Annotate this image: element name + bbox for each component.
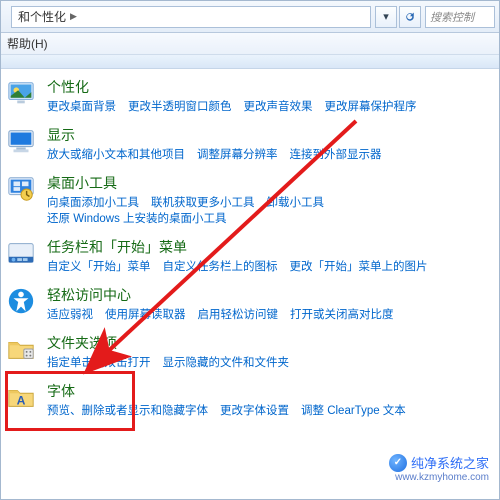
- dropdown-button[interactable]: ▾: [375, 6, 397, 28]
- link[interactable]: 打开或关闭高对比度: [290, 307, 394, 323]
- link[interactable]: 放大或缩小文本和其他项目: [47, 147, 185, 163]
- link[interactable]: 调整 ClearType 文本: [301, 403, 406, 419]
- refresh-button[interactable]: [399, 6, 421, 28]
- link[interactable]: 更改屏幕保护程序: [325, 99, 417, 115]
- folder-icon: [5, 333, 37, 365]
- category-title[interactable]: 文件夹选项: [47, 333, 489, 353]
- link[interactable]: 更改桌面背景: [47, 99, 116, 115]
- link[interactable]: 向桌面添加小工具: [47, 195, 139, 211]
- fonts-icon: A: [5, 381, 37, 413]
- gadgets-icon: [5, 173, 37, 205]
- command-bar: [1, 55, 499, 69]
- category-folder-options: 文件夹选项 指定单击或双击打开 显示隐藏的文件和文件夹: [5, 333, 489, 371]
- menu-bar: 帮助(H): [1, 33, 499, 55]
- link[interactable]: 更改「开始」菜单上的图片: [290, 259, 428, 275]
- link[interactable]: 还原 Windows 上安装的桌面小工具: [47, 211, 227, 227]
- link[interactable]: 显示隐藏的文件和文件夹: [163, 355, 290, 371]
- chevron-right-icon: ▶: [70, 11, 77, 22]
- link[interactable]: 预览、删除或者显示和隐藏字体: [47, 403, 208, 419]
- address-actions: ▾: [375, 6, 421, 28]
- category-title[interactable]: 字体: [47, 381, 489, 401]
- menu-help[interactable]: 帮助(H): [7, 35, 48, 52]
- category-title[interactable]: 桌面小工具: [47, 173, 489, 193]
- address-bar: 和个性化 ▶ ▾ 搜索控制: [1, 1, 499, 33]
- content-pane: 个性化 更改桌面背景 更改半透明窗口颜色 更改声音效果 更改屏幕保护程序 显示 …: [1, 69, 499, 499]
- display-icon: [5, 125, 37, 157]
- link[interactable]: 调整屏幕分辨率: [197, 147, 278, 163]
- breadcrumb[interactable]: 和个性化 ▶: [11, 6, 371, 28]
- link[interactable]: 联机获取更多小工具: [151, 195, 255, 211]
- link[interactable]: 启用轻松访问键: [198, 307, 279, 323]
- link[interactable]: 自定义「开始」菜单: [47, 259, 151, 275]
- link[interactable]: 连接到外部显示器: [290, 147, 382, 163]
- search-placeholder: 搜索控制: [430, 9, 474, 25]
- personalization-icon: [5, 77, 37, 109]
- window-frame: 和个性化 ▶ ▾ 搜索控制 帮助(H) 个性化 更改桌面背景 更改半透明窗口颜: [0, 0, 500, 500]
- category-title[interactable]: 显示: [47, 125, 489, 145]
- taskbar-icon: [5, 237, 37, 269]
- link[interactable]: 使用屏幕读取器: [105, 307, 186, 323]
- category-taskbar: 任务栏和「开始」菜单 自定义「开始」菜单 自定义任务栏上的图标 更改「开始」菜单…: [5, 237, 489, 275]
- category-gadgets: 桌面小工具 向桌面添加小工具 联机获取更多小工具 卸载小工具 还原 Window…: [5, 173, 489, 227]
- category-personalization: 个性化 更改桌面背景 更改半透明窗口颜色 更改声音效果 更改屏幕保护程序: [5, 77, 489, 115]
- link[interactable]: 更改半透明窗口颜色: [128, 99, 232, 115]
- category-title[interactable]: 个性化: [47, 77, 489, 97]
- breadcrumb-segment: 和个性化: [18, 8, 66, 25]
- link[interactable]: 更改声音效果: [244, 99, 313, 115]
- link[interactable]: 自定义任务栏上的图标: [163, 259, 278, 275]
- svg-text:A: A: [17, 394, 26, 408]
- link[interactable]: 更改字体设置: [220, 403, 289, 419]
- category-fonts: A 字体 预览、删除或者显示和隐藏字体 更改字体设置 调整 ClearType …: [5, 381, 489, 419]
- category-display: 显示 放大或缩小文本和其他项目 调整屏幕分辨率 连接到外部显示器: [5, 125, 489, 163]
- refresh-icon: [404, 11, 416, 23]
- link[interactable]: 卸载小工具: [267, 195, 325, 211]
- ease-icon: [5, 285, 37, 317]
- link[interactable]: 指定单击或双击打开: [47, 355, 151, 371]
- category-ease-of-access: 轻松访问中心 适应弱视 使用屏幕读取器 启用轻松访问键 打开或关闭高对比度: [5, 285, 489, 323]
- category-title[interactable]: 任务栏和「开始」菜单: [47, 237, 489, 257]
- search-input[interactable]: 搜索控制: [425, 6, 495, 28]
- category-title[interactable]: 轻松访问中心: [47, 285, 489, 305]
- link[interactable]: 适应弱视: [47, 307, 93, 323]
